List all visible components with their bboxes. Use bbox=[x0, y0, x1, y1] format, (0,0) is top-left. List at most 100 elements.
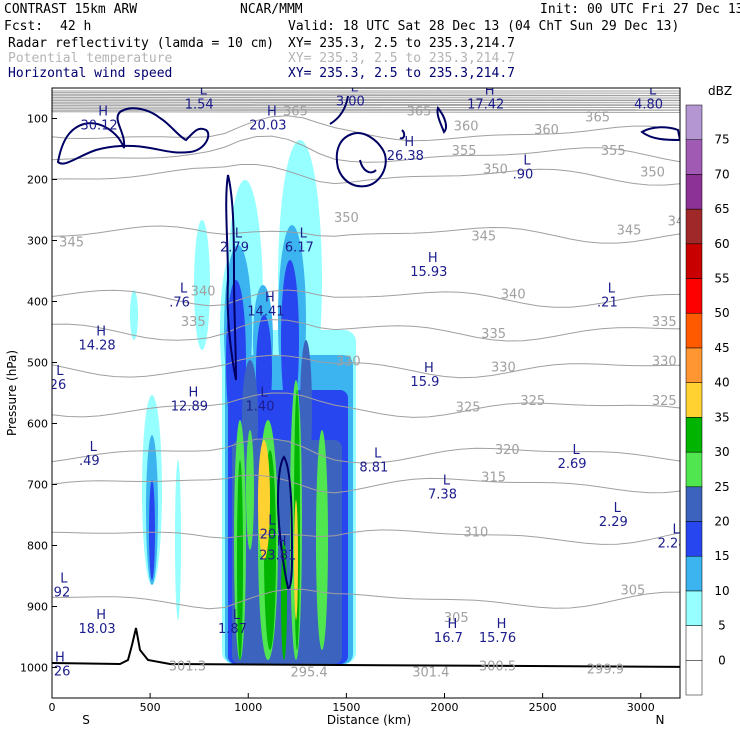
y-axis-label: Pressure (hPa) bbox=[5, 350, 19, 436]
theta-label: 350 bbox=[640, 165, 665, 180]
colorbar-level-label: 70 bbox=[714, 167, 729, 181]
refl-shade bbox=[300, 340, 312, 480]
theta-label: 340 bbox=[501, 287, 526, 302]
wind-extremum-kind: L bbox=[233, 608, 241, 623]
wind-extremum-value: 17.42 bbox=[467, 97, 504, 112]
colorbar-swatch bbox=[685, 590, 703, 626]
theta-label: 350 bbox=[483, 162, 508, 177]
colorbar-swatch bbox=[685, 625, 703, 661]
colorbar-level-label: 50 bbox=[714, 306, 729, 320]
colorbar-swatch bbox=[685, 417, 703, 453]
colorbar-swatch bbox=[685, 521, 703, 557]
wind-extremum-kind: L bbox=[608, 282, 616, 297]
wind-extremum-value: 6.17 bbox=[285, 241, 314, 256]
refl-shade bbox=[149, 480, 155, 580]
wind-extremum-kind: H bbox=[277, 535, 287, 550]
y-tick-label: 300 bbox=[27, 235, 48, 248]
wind-extremum-value: 23.81 bbox=[259, 549, 296, 564]
wind-extremum-kind: H bbox=[189, 385, 199, 400]
theta-label: 330 bbox=[491, 361, 516, 376]
wind-extremum-kind: H bbox=[424, 361, 434, 376]
theta-label: 305 bbox=[620, 583, 645, 598]
wind-extremum-value: 14.28 bbox=[78, 338, 115, 353]
wind-extremum-value: 15.93 bbox=[410, 265, 447, 280]
theta-label: 335 bbox=[652, 315, 677, 330]
colorbar-level-label: 75 bbox=[714, 133, 729, 147]
colorbar-swatch bbox=[685, 660, 703, 696]
wind-extremum-kind: L bbox=[56, 364, 64, 379]
wind-extremum-value: 26.38 bbox=[387, 149, 424, 164]
y-tick-label: 200 bbox=[27, 174, 48, 187]
field3-label: Horizontal wind speed bbox=[8, 66, 172, 81]
wind-extremum-kind: H bbox=[55, 651, 65, 666]
wind-extremum-value: 8.81 bbox=[359, 460, 388, 475]
colorbar-swatch bbox=[685, 278, 703, 314]
x-tick-label: 1000 bbox=[234, 701, 262, 714]
refl-shade bbox=[175, 460, 181, 620]
field3-xy: XY= 235.3, 2.5 to 235.3,214.7 bbox=[288, 66, 515, 81]
theta-label: 330 bbox=[652, 355, 677, 370]
wind-extremum-value: .21 bbox=[597, 296, 618, 311]
x-axis-label: Distance (km) bbox=[327, 713, 411, 727]
colorbar-swatch bbox=[685, 312, 703, 349]
wind-extremum-value: .49 bbox=[79, 454, 100, 469]
theta-label: 365 bbox=[585, 111, 610, 126]
wind-extremum-kind: L bbox=[90, 440, 98, 455]
colorbar-unit: dBZ bbox=[708, 84, 732, 98]
wind-extremum-value: 16.7 bbox=[434, 631, 463, 646]
colorbar: 0 5 10 15 20 25 30 35 40 45 50 55 60 65 70 75 bbox=[685, 104, 730, 696]
wind-extremum-kind: H bbox=[267, 105, 277, 120]
wind-extremum-value: 30.12 bbox=[80, 119, 117, 134]
wind-extremum-value: .76 bbox=[169, 296, 190, 311]
theta-label: 345 bbox=[471, 230, 496, 245]
wind-extremum-kind: H bbox=[96, 324, 106, 339]
y-tick-label: 500 bbox=[27, 357, 48, 370]
wind-extremum-value: 2.69 bbox=[558, 457, 587, 472]
cross-section-figure: CONTRAST 15km ARW NCAR/MMM Init: 00 UTC … bbox=[4, 2, 740, 727]
refl-shade bbox=[130, 290, 138, 340]
field1-label: Radar reflectivity (lamda = 10 cm) bbox=[8, 36, 274, 51]
wind-extremum-kind: H bbox=[96, 608, 106, 623]
theta-label: 345 bbox=[617, 223, 642, 238]
wind-extremum-kind: L bbox=[443, 474, 451, 489]
colorbar-swatch bbox=[685, 451, 703, 488]
colorbar-level-label: 55 bbox=[714, 272, 729, 286]
wind-extremum-value: 2.29 bbox=[599, 515, 628, 530]
wind-extremum-value: .26 bbox=[46, 378, 67, 393]
colorbar-swatch bbox=[685, 555, 703, 592]
wind-extremum-kind: L bbox=[180, 282, 188, 297]
refl-shade bbox=[316, 430, 328, 650]
wind-extremum-value: 3.00 bbox=[336, 94, 365, 109]
y-axis: 100 200 300 400 500 600 700 800 900 1000 bbox=[20, 113, 57, 675]
colorbar-level-label: 10 bbox=[714, 584, 729, 598]
wind-extremum-value: 2.28 bbox=[658, 537, 687, 552]
colorbar-level-label: 5 bbox=[718, 619, 726, 633]
colorbar-swatch bbox=[685, 382, 703, 418]
wind-extremum-kind: L bbox=[260, 385, 268, 400]
theta-isoline bbox=[52, 92, 680, 94]
refl-shade bbox=[246, 430, 254, 550]
wind-extremum-kind: L bbox=[614, 501, 622, 516]
colorbar-swatch bbox=[685, 174, 703, 210]
wind-extremum-kind: L bbox=[572, 443, 580, 458]
valid-time: Valid: 18 UTC Sat 28 Dec 13 (04 ChT Sun … bbox=[288, 19, 679, 34]
x-axis-start-label: S bbox=[82, 713, 90, 727]
theta-label: 345 bbox=[59, 236, 84, 251]
x-tick-label: 3000 bbox=[627, 701, 655, 714]
theta-label: 340 bbox=[191, 284, 216, 299]
wind-extremum-value: .92 bbox=[50, 585, 71, 600]
wind-extremum-value: 15.76 bbox=[479, 631, 516, 646]
wind-extremum-value: 4.80 bbox=[634, 97, 663, 112]
field2-label: Potential temperature bbox=[8, 51, 173, 66]
theta-label: 299.9 bbox=[587, 663, 624, 678]
y-tick-label: 1000 bbox=[20, 662, 48, 675]
wind-extremum-value: 20.03 bbox=[249, 119, 286, 134]
wind-extremum-value: .90 bbox=[513, 167, 534, 182]
wind-extremum-value: 15.9 bbox=[410, 375, 439, 390]
colorbar-level-label: 30 bbox=[714, 445, 729, 459]
colorbar-level-label: 45 bbox=[714, 341, 729, 355]
wind-extremum-kind: L bbox=[200, 83, 208, 98]
theta-label: 295.4 bbox=[290, 666, 327, 681]
x-tick-label: 500 bbox=[140, 701, 161, 714]
y-tick-label: 100 bbox=[27, 113, 48, 126]
